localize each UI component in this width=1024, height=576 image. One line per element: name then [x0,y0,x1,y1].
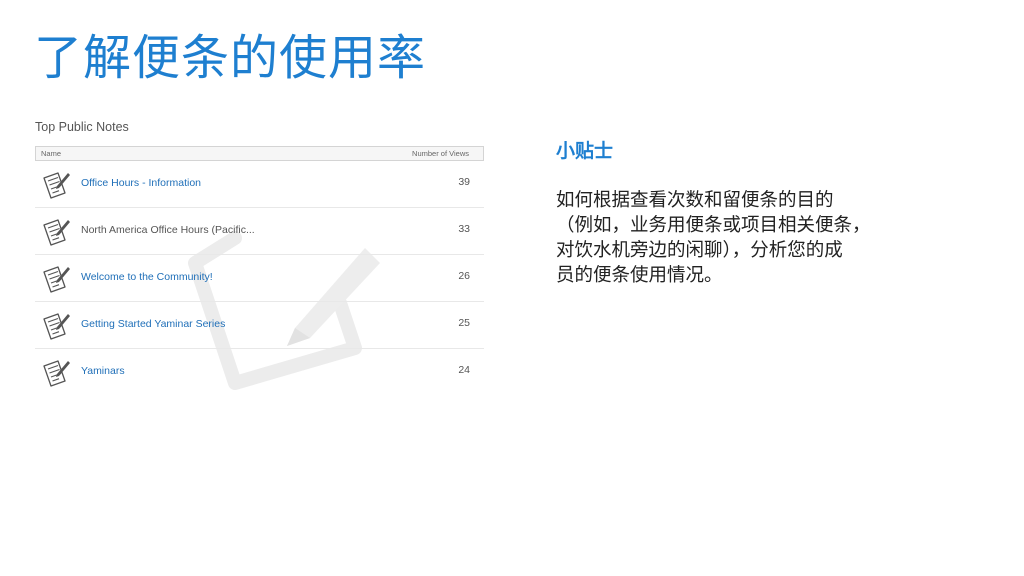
note-view-count: 26 [458,270,470,282]
table-row: Welcome to the Community! 26 [35,255,484,302]
tip-body: 如何根据查看次数和留便条的目的 （例如，业务用便条或项目相关便条， 对饮水机旁边的闲… [556,188,936,288]
table-header: Name Number of Views [35,146,484,161]
note-pencil-icon [43,266,70,293]
note-title-link[interactable]: Office Hours - Information [81,176,201,190]
note-title-link[interactable]: Welcome to the Community! [81,270,213,284]
note-pencil-icon [43,360,70,387]
note-pencil-icon [43,172,70,199]
tip-line: 对饮水机旁边的闲聊），分析您的成 [556,240,843,261]
table-row: Getting Started Yaminar Series 25 [35,302,484,349]
note-view-count: 24 [458,364,470,376]
note-title-link[interactable]: Getting Started Yaminar Series [81,317,225,331]
column-header-views[interactable]: Number of Views [412,147,469,160]
note-title-link[interactable]: North America Office Hours (Pacific... [81,223,255,237]
tip-line: 员的便条使用情况。 [556,265,723,286]
table-row: North America Office Hours (Pacific... 3… [35,208,484,255]
note-view-count: 25 [458,317,470,329]
panel-heading: Top Public Notes [35,120,129,134]
tip-line: （例如，业务用便条或项目相关便条， [556,215,871,236]
note-view-count: 39 [458,176,470,188]
table-row: Office Hours - Information 39 [35,161,484,208]
table-row: Yaminars 24 [35,349,484,395]
tip-line: 如何根据查看次数和留便条的目的 [556,190,834,211]
note-view-count: 33 [458,223,470,235]
note-title-link[interactable]: Yaminars [81,364,125,378]
notes-table: Name Number of Views Office Hours - Info… [35,146,484,395]
slide-title: 了解便条的使用率 [34,30,427,86]
note-pencil-icon [43,219,70,246]
tip-heading: 小贴士 [556,140,614,162]
top-public-notes-panel: Top Public Notes Name Number of Views Of… [35,117,484,395]
slide: 了解便条的使用率 Top Public Notes Name Number of… [0,0,1024,576]
column-header-name[interactable]: Name [41,147,61,160]
note-pencil-icon [43,313,70,340]
